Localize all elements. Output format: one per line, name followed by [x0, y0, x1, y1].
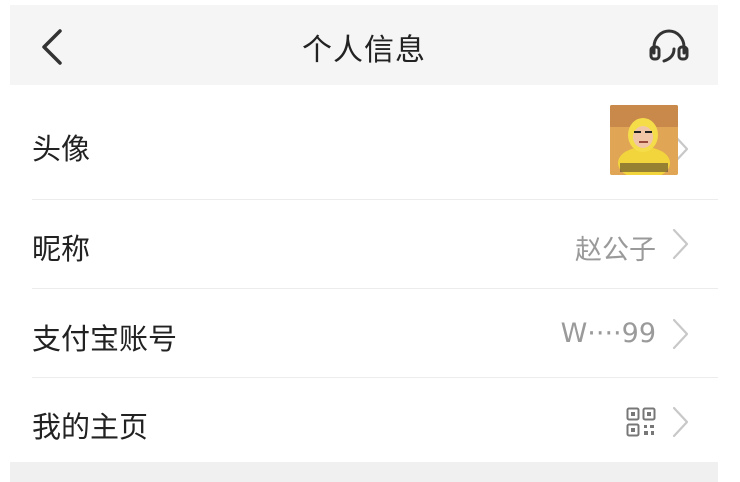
homepage-row[interactable]: 我的主页 — [10, 378, 718, 462]
page-title: 个人信息 — [302, 33, 426, 68]
qr-code-icon — [626, 407, 656, 437]
alipay-account-value: W····99 — [560, 318, 656, 349]
nav-bar: 个人信息 — [10, 5, 718, 85]
customer-service-button[interactable] — [646, 27, 692, 67]
row-label: 昵称 — [32, 232, 91, 266]
row-label: 支付宝账号 — [32, 322, 178, 356]
nickname-row[interactable]: 昵称 赵公子 — [10, 200, 718, 288]
alipay-account-row[interactable]: 支付宝账号 W····99 — [10, 289, 718, 377]
chevron-right-icon — [672, 228, 689, 260]
nickname-value: 赵公子 — [575, 235, 656, 266]
row-label: 我的主页 — [32, 410, 149, 444]
chevron-right-icon — [672, 406, 689, 438]
section-separator — [10, 462, 718, 482]
row-label: 头像 — [32, 132, 91, 166]
chevron-right-icon — [672, 318, 689, 350]
avatar[interactable] — [610, 105, 678, 175]
avatar-image — [610, 105, 678, 175]
headset-icon — [649, 29, 689, 63]
